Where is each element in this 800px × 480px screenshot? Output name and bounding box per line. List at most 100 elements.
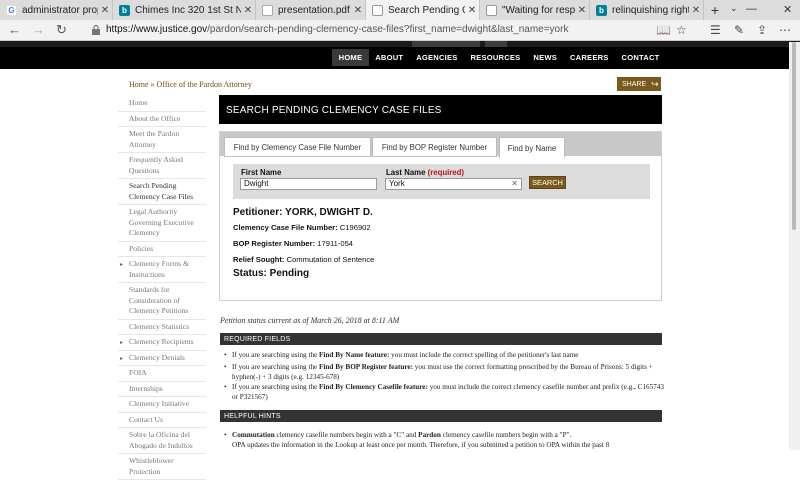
more-icon[interactable]: ⋯: [779, 23, 791, 37]
browser-tab[interactable]: b Chimes Inc 320 1st St NW V ✕: [113, 0, 256, 20]
sidebar-item-initiative[interactable]: Clemency Initiative: [118, 397, 206, 413]
forward-arrow-icon[interactable]: →: [32, 22, 45, 37]
close-tab-icon[interactable]: ✕: [241, 5, 255, 16]
bing-icon: b: [596, 4, 607, 16]
main-nav: HOME ABOUT AGENCIES RESOURCES NEWS CAREE…: [332, 49, 666, 66]
required-bullet-name: If you are searching using the Find By N…: [224, 351, 664, 361]
close-tab-icon[interactable]: ✕: [465, 5, 479, 16]
tab-title: Search Pending Clemen: [388, 4, 465, 16]
sidebar-item-forms[interactable]: ▸ Clemency Forms & Instructions: [118, 257, 206, 283]
close-tab-icon[interactable]: ✕: [689, 5, 703, 16]
bullet-bold: Find By Name feature:: [319, 351, 390, 359]
last-name-value: York: [389, 179, 405, 188]
breadcrumb[interactable]: Home » Office of the Pardon Attorney: [129, 80, 252, 89]
sidebar-item-contact[interactable]: Contact Us: [118, 413, 206, 428]
reading-view-icon[interactable]: 📖: [656, 23, 671, 37]
new-tab-icon[interactable]: +: [707, 2, 723, 18]
relief-sought-value: Commutation of Sentence: [286, 255, 375, 264]
nav-careers[interactable]: CAREERS: [564, 49, 616, 66]
clear-input-icon[interactable]: ✕: [511, 179, 518, 189]
sidebar-item-home[interactable]: Home: [118, 96, 206, 112]
relief-sought: Relief Sought: Commutation of Sentence: [233, 255, 374, 264]
scrollbar-thumb[interactable]: [792, 42, 796, 230]
bullet-bold: Find By Clemency Casefile feature:: [319, 383, 428, 391]
expand-bullet-icon: ▸: [120, 262, 124, 268]
status-timestamp: Petition status current as of March 26, …: [220, 316, 400, 325]
last-name-input[interactable]: York ✕: [385, 178, 522, 190]
sidebar-item-search-pending[interactable]: Search Pending Clemency Case Files: [118, 179, 206, 205]
nav-agencies[interactable]: AGENCIES: [410, 49, 464, 66]
notes-icon[interactable]: ✎: [734, 23, 744, 37]
nav-contact[interactable]: CONTACT: [615, 49, 666, 66]
browser-tab-active[interactable]: Search Pending Clemen ✕: [366, 0, 480, 20]
bop-register-number: BOP Register Number: 17911-054: [233, 239, 353, 248]
nav-about[interactable]: ABOUT: [369, 49, 410, 66]
hint-bullet-prefix: Commutation clemency casefile numbers be…: [224, 431, 664, 441]
minimize-icon[interactable]: —: [746, 3, 757, 15]
required-bullet-casefile: If you are searching using the Find By C…: [224, 383, 664, 402]
first-name-input[interactable]: Dwight: [240, 178, 377, 190]
close-tab-icon[interactable]: ✕: [575, 5, 589, 16]
sidebar-item-recipients[interactable]: ▸ Clemency Recipients: [118, 335, 206, 351]
tab-title: relinquishing rights form - E: [612, 4, 689, 16]
sidebar-item-statistics[interactable]: Clemency Statistics: [118, 320, 206, 335]
tab-find-by-case-number[interactable]: Find by Clemency Case File Number: [224, 137, 371, 157]
sidebar-item-denials[interactable]: ▸ Clemency Denials: [118, 351, 206, 366]
share-button[interactable]: SHARE ↪: [617, 77, 661, 91]
page-scrollbar[interactable]: [789, 42, 800, 450]
tab-find-by-name[interactable]: Find by Name: [499, 137, 565, 158]
bullet-text: clemency casefile numbers begin with a "…: [274, 431, 419, 439]
pdf-icon: [262, 4, 273, 16]
nav-news[interactable]: NEWS: [527, 49, 564, 66]
page-icon: [486, 4, 497, 16]
nav-home[interactable]: HOME: [332, 49, 369, 66]
hub-icon[interactable]: ☰: [710, 23, 721, 37]
search-button[interactable]: SEARCH: [529, 176, 566, 189]
close-tab-icon[interactable]: ✕: [98, 5, 112, 16]
bullet-text: If you are searching using the: [232, 383, 320, 391]
sidebar-item-policies[interactable]: Policies: [118, 242, 206, 257]
sidebar-item-whistleblower[interactable]: Whistleblower Protection: [118, 454, 206, 480]
sidebar-item-spanish[interactable]: Sobre la Oficina del Abogado de Indultos: [118, 428, 206, 454]
browser-tab[interactable]: "Waiting for response from ✕: [480, 0, 590, 20]
sidebar-item-about[interactable]: About the Office: [118, 112, 206, 127]
sidebar-item-foia[interactable]: FOIA: [118, 366, 206, 382]
sidebar-item-label: Clemency Recipients: [129, 337, 194, 346]
tab-title: Chimes Inc 320 1st St NW V: [135, 4, 241, 16]
bop-register-value: 17911-054: [317, 239, 354, 248]
case-file-label: Clemency Case File Number:: [233, 223, 338, 232]
sidebar-item-faq[interactable]: Frequently Asked Questions: [118, 153, 206, 179]
chevron-down-icon[interactable]: ⌄: [730, 3, 738, 14]
nav-resources[interactable]: RESOURCES: [464, 49, 527, 66]
close-tab-icon[interactable]: ✕: [351, 5, 365, 16]
browser-tab[interactable]: presentation.pdf ✕: [256, 0, 366, 20]
bullet-text: you must include the correct spelling of…: [389, 351, 579, 359]
url-host: https://www.justice.gov: [106, 24, 208, 35]
expand-bullet-icon: ▸: [120, 355, 124, 362]
bing-icon: b: [119, 4, 130, 16]
browser-tab[interactable]: G administrator property relin ✕: [0, 0, 113, 20]
lock-icon: [92, 24, 100, 35]
url-field[interactable]: https://www.justice.gov/pardon/search-pe…: [106, 24, 568, 35]
relief-sought-label: Relief Sought:: [233, 255, 285, 264]
sidebar-item-internships[interactable]: Internships: [118, 382, 206, 397]
sidebar-item-legal-authority[interactable]: Legal Authority Governing Executive Clem…: [118, 205, 206, 242]
share-icon[interactable]: ⇪: [757, 23, 767, 37]
sidebar-item-standards[interactable]: Standards for Consideration of Clemency …: [118, 283, 206, 320]
required-bullet-bop: If you are searching using the Find By B…: [224, 363, 664, 382]
case-file-number: Clemency Case File Number: C196902: [233, 223, 371, 232]
required-fields-header: REQUIRED FIELDS: [220, 333, 662, 345]
browser-tab[interactable]: b relinquishing rights form - E ✕: [590, 0, 704, 20]
bullet-bold: Commutation: [232, 431, 275, 439]
favorite-star-icon[interactable]: ☆: [676, 23, 687, 37]
sidebar-item-meet[interactable]: Meet the Pardon Attorney: [118, 127, 206, 153]
tab-title: administrator property relin: [22, 4, 98, 16]
tab-find-by-bop-number[interactable]: Find by BOP Register Number: [372, 137, 497, 157]
back-arrow-icon[interactable]: ←: [8, 22, 21, 37]
close-window-icon[interactable]: ✕: [783, 3, 792, 16]
refresh-icon[interactable]: ↻: [56, 22, 67, 38]
case-file-value: C196902: [339, 223, 371, 232]
share-arrow-icon: ↪: [651, 78, 659, 89]
bop-register-label: BOP Register Number:: [233, 239, 316, 248]
bullet-bold: Find By BOP Register feature:: [319, 363, 413, 371]
